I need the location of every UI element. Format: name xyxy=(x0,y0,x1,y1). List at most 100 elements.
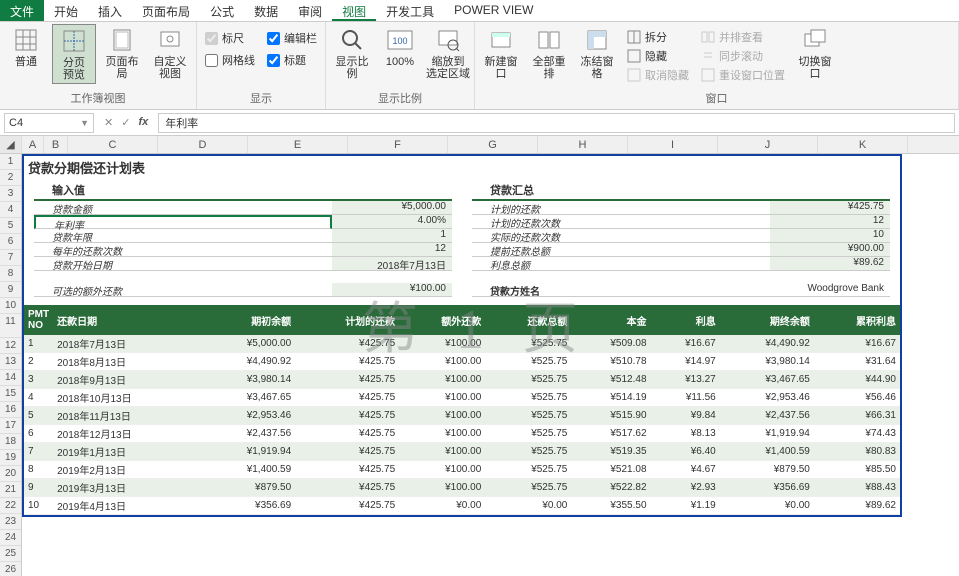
row-header[interactable]: 11 xyxy=(0,314,21,338)
fx-icon[interactable]: fx xyxy=(138,116,148,129)
switch-window-button[interactable]: 切换窗口 xyxy=(793,24,837,82)
freeze-panes-button[interactable]: 冻结窗格 xyxy=(575,24,619,82)
row-header[interactable]: 24 xyxy=(0,530,21,546)
cancel-icon[interactable]: ✕ xyxy=(104,116,113,129)
split-button[interactable]: 拆分 xyxy=(625,28,691,46)
col-header[interactable]: G xyxy=(448,136,538,153)
col-header[interactable]: K xyxy=(818,136,908,153)
enter-icon[interactable]: ✓ xyxy=(121,116,130,129)
reset-window-button[interactable]: 重设窗口位置 xyxy=(699,66,787,84)
row-header[interactable]: 3 xyxy=(0,186,21,202)
tab-data[interactable]: 数据 xyxy=(244,0,288,21)
row-header[interactable]: 12 xyxy=(0,338,21,354)
row-header[interactable]: 8 xyxy=(0,266,21,282)
row-header[interactable]: 10 xyxy=(0,298,21,314)
pagebreak-icon xyxy=(60,27,88,55)
col-header[interactable]: I xyxy=(628,136,718,153)
zoom-button[interactable]: 显示比例 xyxy=(330,24,374,82)
switch-icon xyxy=(801,26,829,54)
table-row[interactable]: 42018年10月13日¥3,467.65¥425.75¥100.00¥525.… xyxy=(24,389,900,407)
tab-formula[interactable]: 公式 xyxy=(200,0,244,21)
ruler-checkbox[interactable]: 标尺 xyxy=(205,30,255,46)
ribbon-tabs: 文件 开始 插入 页面布局 公式 数据 审阅 视图 开发工具 POWER VIE… xyxy=(0,0,959,22)
select-all-corner[interactable]: ◢ xyxy=(0,136,22,153)
unhide-icon xyxy=(627,68,641,82)
row-header[interactable]: 23 xyxy=(0,514,21,530)
table-row[interactable]: 82019年2月13日¥1,400.59¥425.75¥100.00¥525.7… xyxy=(24,461,900,479)
freeze-icon xyxy=(583,26,611,54)
table-row[interactable]: 72019年1月13日¥1,919.94¥425.75¥100.00¥525.7… xyxy=(24,443,900,461)
side-by-side-button[interactable]: 并排查看 xyxy=(699,28,787,46)
formula-input[interactable]: 年利率 xyxy=(158,113,955,133)
tab-home[interactable]: 开始 xyxy=(44,0,88,21)
normal-view-button[interactable]: 普通 xyxy=(4,24,48,70)
table-row[interactable]: 22018年8月13日¥4,490.92¥425.75¥100.00¥525.7… xyxy=(24,353,900,371)
sync-scroll-button[interactable]: 同步滚动 xyxy=(699,47,787,65)
row-header[interactable]: 4 xyxy=(0,202,21,218)
col-header[interactable]: D xyxy=(158,136,248,153)
row-header[interactable]: 26 xyxy=(0,562,21,576)
row-header[interactable]: 17 xyxy=(0,418,21,434)
custom-view-button[interactable]: 自定义视图 xyxy=(148,24,192,82)
loan-table: PMT NO还款日期期初余额计划的还款额外还款还款总额本金利息期终余额累积利息 … xyxy=(24,305,900,515)
tab-insert[interactable]: 插入 xyxy=(88,0,132,21)
table-row[interactable]: 52018年11月13日¥2,953.46¥425.75¥100.00¥525.… xyxy=(24,407,900,425)
cells[interactable]: 贷款分期偿还计划表 输入值 贷款金额¥5,000.00年利率4.00%贷款年限1… xyxy=(22,154,959,576)
col-header[interactable]: E xyxy=(248,136,348,153)
row-header[interactable]: 2 xyxy=(0,170,21,186)
hundred-icon: 100 xyxy=(386,26,414,54)
zoom-selection-button[interactable]: 缩放到 选定区域 xyxy=(426,24,470,82)
formulabar-checkbox[interactable]: 编辑栏 xyxy=(267,30,317,46)
col-header[interactable]: F xyxy=(348,136,448,153)
formula-bar: C4 ▼ ✕ ✓ fx 年利率 xyxy=(0,110,959,136)
tab-view[interactable]: 视图 xyxy=(332,0,376,21)
row-header[interactable]: 25 xyxy=(0,546,21,562)
tab-power[interactable]: POWER VIEW xyxy=(444,0,543,21)
table-row[interactable]: 32018年9月13日¥3,980.14¥425.75¥100.00¥525.7… xyxy=(24,371,900,389)
inputs-left: 输入值 贷款金额¥5,000.00年利率4.00%贷款年限1每年的还款次数12贷… xyxy=(34,181,452,297)
table-row[interactable]: 92019年3月13日¥879.50¥425.75¥100.00¥525.75¥… xyxy=(24,479,900,497)
row-header[interactable]: 22 xyxy=(0,498,21,514)
gridlines-checkbox[interactable]: 网格线 xyxy=(205,52,255,68)
row-header[interactable]: 13 xyxy=(0,354,21,370)
zoom-sel-icon xyxy=(434,26,462,54)
col-header[interactable]: J xyxy=(718,136,818,153)
row-header[interactable]: 7 xyxy=(0,250,21,266)
custom-icon xyxy=(156,26,184,54)
pagelayout-button[interactable]: 页面布局 xyxy=(100,24,144,82)
row-header[interactable]: 9 xyxy=(0,282,21,298)
name-box[interactable]: C4 ▼ xyxy=(4,113,94,133)
tab-layout[interactable]: 页面布局 xyxy=(132,0,200,21)
table-row[interactable]: 12018年7月13日¥5,000.00¥425.75¥100.00¥525.7… xyxy=(24,335,900,353)
arrange-all-button[interactable]: 全部重排 xyxy=(527,24,571,82)
col-header[interactable]: B xyxy=(44,136,68,153)
row-header[interactable]: 6 xyxy=(0,234,21,250)
tab-dev[interactable]: 开发工具 xyxy=(376,0,444,21)
headings-checkbox[interactable]: 标题 xyxy=(267,52,317,68)
arrange-icon xyxy=(535,26,563,54)
row-header[interactable]: 19 xyxy=(0,450,21,466)
col-header[interactable]: H xyxy=(538,136,628,153)
row-header[interactable]: 14 xyxy=(0,370,21,386)
hide-button[interactable]: 隐藏 xyxy=(625,47,691,65)
row-header[interactable]: 21 xyxy=(0,482,21,498)
zoom-100-button[interactable]: 100 100% xyxy=(378,24,422,70)
new-window-button[interactable]: 新建窗口 xyxy=(479,24,523,82)
col-header[interactable]: C xyxy=(68,136,158,153)
tab-file[interactable]: 文件 xyxy=(0,0,44,21)
table-row[interactable]: 102019年4月13日¥356.69¥425.75¥0.00¥0.00¥355… xyxy=(24,497,900,515)
tab-review[interactable]: 审阅 xyxy=(288,0,332,21)
row-header[interactable]: 18 xyxy=(0,434,21,450)
col-header[interactable]: A xyxy=(22,136,44,153)
row-header[interactable]: 16 xyxy=(0,402,21,418)
sheet-title: 贷款分期偿还计划表 xyxy=(24,156,900,179)
pagebreak-preview-button[interactable]: 分页 预览 xyxy=(52,24,96,84)
row-header[interactable]: 15 xyxy=(0,386,21,402)
row-header[interactable]: 1 xyxy=(0,154,21,170)
row-header[interactable]: 5 xyxy=(0,218,21,234)
unhide-button[interactable]: 取消隐藏 xyxy=(625,66,691,84)
row-headers: 1234567891011121314151617181920212223242… xyxy=(0,154,22,576)
table-row[interactable]: 62018年12月13日¥2,437.56¥425.75¥100.00¥525.… xyxy=(24,425,900,443)
split-icon xyxy=(627,30,641,44)
row-header[interactable]: 20 xyxy=(0,466,21,482)
